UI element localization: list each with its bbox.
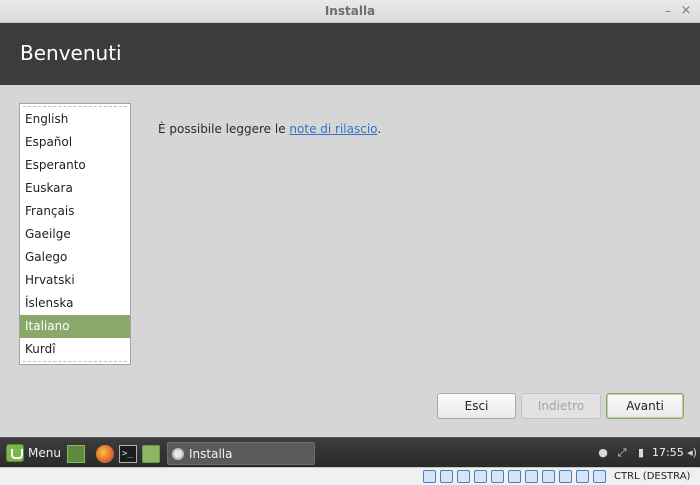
terminal-icon[interactable]: >_: [119, 445, 137, 463]
network-adapter-icon[interactable]: [525, 470, 538, 483]
minimize-icon[interactable]: –: [660, 2, 676, 20]
clock[interactable]: 17:55: [652, 446, 684, 459]
installer-screen: Installa – × Benvenuti English Español Esp…: [0, 0, 700, 485]
firefox-icon[interactable]: [96, 445, 114, 463]
cpu-icon[interactable]: [576, 470, 589, 483]
drag-drop-icon[interactable]: [559, 470, 572, 483]
show-desktop-icon[interactable]: [67, 445, 85, 463]
menu-label: Menu: [28, 446, 61, 460]
display-icon[interactable]: [491, 470, 504, 483]
close-icon[interactable]: ×: [678, 2, 694, 20]
language-list[interactable]: English Español Esperanto Euskara Français Ga…: [19, 103, 131, 365]
usb-icon[interactable]: [457, 470, 470, 483]
window-title: Installa: [324, 4, 376, 18]
main-content: English Español Esperanto Euskara Français Ga…: [0, 85, 700, 437]
language-item[interactable]: Español: [20, 131, 130, 154]
next-button[interactable]: Avanti: [606, 393, 684, 419]
mouse-integration-icon[interactable]: [593, 470, 606, 483]
language-item[interactable]: Hrvatski: [20, 269, 130, 292]
start-menu-button[interactable]: Menu: [4, 442, 64, 464]
power-icon[interactable]: ▮: [635, 447, 647, 459]
language-item[interactable]: Gaeilge: [20, 223, 130, 246]
language-item[interactable]: Euskara: [20, 177, 130, 200]
language-item[interactable]: Français: [20, 200, 130, 223]
disc-icon: [172, 448, 184, 460]
clipboard-icon[interactable]: [542, 470, 555, 483]
volume-icon[interactable]: ◂): [686, 447, 698, 459]
quit-button[interactable]: Esci: [437, 393, 516, 419]
cd-icon[interactable]: [440, 470, 453, 483]
network-icon[interactable]: ⤢: [616, 447, 628, 459]
page-title: Benvenuti: [20, 41, 122, 65]
release-notes-suffix: .: [377, 122, 382, 136]
host-key-label: CTRL (DESTRA): [614, 471, 691, 482]
list-top-border: [23, 106, 127, 107]
language-item[interactable]: Galego: [20, 246, 130, 269]
page-header: Benvenuti: [0, 23, 700, 85]
back-button[interactable]: Indietro: [521, 393, 601, 419]
taskbar-item-installa[interactable]: Installa: [167, 442, 315, 465]
language-item[interactable]: Esperanto: [20, 154, 130, 177]
mint-logo-icon: [6, 444, 24, 462]
task-label: Installa: [189, 447, 233, 461]
window-titlebar[interactable]: Installa – ×: [0, 0, 700, 23]
screen-icon[interactable]: [508, 470, 521, 483]
list-bottom-border: [23, 361, 127, 362]
files-icon[interactable]: [142, 445, 160, 463]
language-item[interactable]: English: [20, 108, 130, 131]
language-item[interactable]: Kurdî: [20, 338, 130, 361]
release-notes-link[interactable]: note di rilascio: [289, 122, 377, 136]
hdd-icon[interactable]: [423, 470, 436, 483]
language-item[interactable]: Íslenska: [20, 292, 130, 315]
release-notes-text: È possibile leggere le note di rilascio.: [158, 122, 381, 136]
shared-folder-icon[interactable]: [474, 470, 487, 483]
user-icon[interactable]: ●: [597, 447, 609, 459]
release-notes-prefix: È possibile leggere le: [158, 122, 290, 136]
language-item[interactable]: Italiano: [20, 315, 130, 338]
virtualbox-status-bar: CTRL (DESTRA): [0, 467, 700, 485]
taskbar: Menu >_ Installa ● ⤢ ▮ 17:55 ◂): [0, 437, 700, 467]
